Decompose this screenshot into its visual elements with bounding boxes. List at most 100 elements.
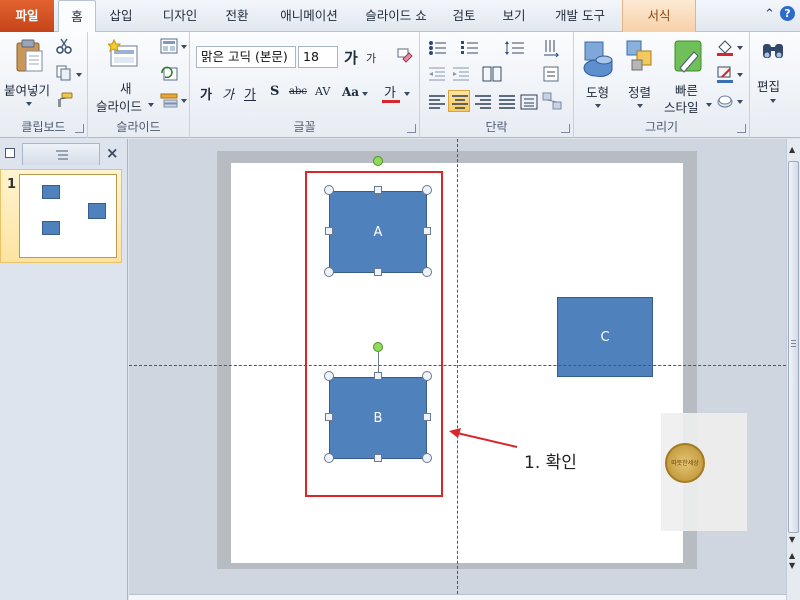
shape-a-handle-r[interactable]	[423, 227, 431, 235]
shape-a-handle-bl[interactable]	[324, 267, 334, 277]
bold-button[interactable]: 가	[200, 84, 212, 103]
tab-review[interactable]: 검토	[442, 0, 486, 32]
layout-icon[interactable]	[160, 38, 178, 54]
shape-b-rotate-handle[interactable]	[373, 342, 383, 352]
align-right-icon[interactable]	[474, 94, 492, 110]
underline-button[interactable]: 가	[244, 84, 256, 103]
slides-tab-icon[interactable]	[5, 148, 15, 158]
align-center-button[interactable]	[448, 90, 470, 112]
strikethrough-button[interactable]: abc	[289, 86, 307, 97]
line-spacing-icon[interactable]	[504, 40, 526, 56]
shape-a-handle-tr[interactable]	[422, 185, 432, 195]
font-name-combo[interactable]: 맑은 고딕 (본문)	[196, 46, 296, 68]
shape-fill-icon[interactable]	[716, 38, 734, 56]
scroll-grip-1	[791, 340, 796, 341]
previous-slide-icon[interactable]: ▲	[789, 551, 795, 560]
justify-icon[interactable]	[498, 94, 516, 110]
text-direction-icon[interactable]	[542, 38, 562, 58]
smartart-icon[interactable]	[542, 92, 562, 110]
slides-panel-tabs: ×	[0, 143, 128, 165]
shape-a-handle-b[interactable]	[374, 268, 382, 276]
scroll-up-icon[interactable]: ▲	[789, 145, 795, 154]
character-spacing-button[interactable]: AV	[315, 85, 330, 98]
shape-a-handle-l[interactable]	[325, 227, 333, 235]
clipboard-group-label: 클립보드	[21, 120, 66, 134]
tab-design[interactable]: 디자인	[150, 0, 210, 32]
shape-a-handle-tl[interactable]	[324, 185, 334, 195]
text-shadow-button[interactable]: S	[270, 84, 279, 99]
scroll-down-icon[interactable]: ▼	[789, 535, 795, 544]
paste-dropdown-icon	[26, 102, 32, 106]
tab-view[interactable]: 보기	[492, 0, 536, 32]
font-launcher-icon[interactable]	[407, 124, 416, 133]
quick-styles-label-line2: 스타일	[664, 100, 699, 115]
editing-group[interactable]: 편집	[750, 32, 796, 138]
minimize-icon[interactable]: ⌃	[764, 7, 775, 22]
slide-thumbnail-row[interactable]: 1	[0, 169, 122, 263]
tab-file[interactable]: 파일	[0, 0, 54, 32]
font-color-swatch	[382, 100, 400, 103]
quick-styles-button[interactable]: 빠른 스타일	[662, 36, 714, 116]
tab-animations[interactable]: 애니메이션	[266, 0, 352, 32]
scroll-grip-2	[791, 343, 796, 344]
scroll-thumb[interactable]	[788, 161, 799, 533]
shape-a-handle-t[interactable]	[374, 186, 382, 194]
shape-effects-icon[interactable]	[716, 92, 734, 110]
change-case-button[interactable]: Aa	[342, 85, 359, 99]
shape-a-handle-br[interactable]	[422, 267, 432, 277]
shape-b-handle-t[interactable]	[374, 372, 382, 380]
slide-thumbnail[interactable]	[19, 174, 117, 258]
font-size-combo[interactable]: 18	[298, 46, 338, 68]
shape-outline-icon[interactable]	[716, 65, 734, 83]
format-painter-icon[interactable]	[56, 92, 74, 108]
shape-b-handle-tr[interactable]	[422, 371, 432, 381]
shapes-button[interactable]: 도형	[578, 36, 618, 116]
shape-b-handle-bl[interactable]	[324, 453, 334, 463]
tab-slideshow[interactable]: 슬라이드 쇼	[356, 0, 436, 32]
outline-icon	[56, 150, 68, 160]
clipboard-launcher-icon[interactable]	[75, 124, 84, 133]
tab-format[interactable]: 서식	[622, 0, 696, 32]
reset-slide-icon[interactable]	[160, 65, 178, 81]
outline-tab[interactable]	[22, 143, 100, 165]
close-panel-icon[interactable]: ×	[106, 144, 119, 162]
italic-button[interactable]: 가	[222, 84, 234, 103]
next-slide-icon[interactable]: ▼	[789, 561, 795, 570]
distribute-icon[interactable]	[520, 94, 538, 110]
decrease-indent-icon[interactable]	[428, 66, 446, 82]
paste-button[interactable]: 붙여넣기	[4, 34, 52, 116]
font-color-button[interactable]: 가	[384, 82, 396, 101]
shrink-font-button[interactable]: 가	[366, 50, 376, 66]
shape-outline-dropdown-icon	[737, 73, 743, 77]
shape-a-rotate-handle[interactable]	[373, 156, 383, 166]
clear-formatting-icon[interactable]	[395, 46, 413, 64]
tab-developer[interactable]: 개발 도구	[544, 0, 616, 32]
align-left-icon[interactable]	[428, 94, 446, 110]
numbering-icon[interactable]	[460, 40, 482, 56]
align-text-icon[interactable]	[542, 64, 562, 84]
tab-transitions[interactable]: 전환	[214, 0, 260, 32]
increase-indent-icon[interactable]	[452, 66, 470, 82]
bullets-icon[interactable]	[428, 40, 450, 56]
shape-b-handle-tl[interactable]	[324, 371, 334, 381]
shape-b-handle-r[interactable]	[423, 413, 431, 421]
shape-b-handle-br[interactable]	[422, 453, 432, 463]
arrange-button[interactable]: 정렬	[620, 36, 660, 116]
help-icon[interactable]: ?	[780, 6, 795, 21]
copy-icon[interactable]	[56, 65, 72, 81]
paragraph-group: 단락	[420, 32, 574, 138]
vertical-scrollbar[interactable]: ▲ ▼ ▲ ▼	[786, 139, 800, 600]
grow-font-button[interactable]: 가	[344, 47, 358, 68]
drawing-launcher-icon[interactable]	[737, 124, 746, 133]
horizontal-guide[interactable]	[129, 365, 786, 366]
vertical-guide[interactable]	[457, 139, 458, 594]
section-icon[interactable]	[160, 92, 178, 108]
tab-home[interactable]: 홈	[58, 0, 96, 33]
new-slide-button[interactable]: 새 슬라이드	[92, 34, 156, 116]
cut-icon[interactable]	[56, 38, 72, 54]
shape-b-handle-l[interactable]	[325, 413, 333, 421]
columns-icon[interactable]	[482, 66, 502, 82]
paragraph-launcher-icon[interactable]	[561, 124, 570, 133]
shape-b-handle-b[interactable]	[374, 454, 382, 462]
tab-insert[interactable]: 삽입	[98, 0, 144, 32]
